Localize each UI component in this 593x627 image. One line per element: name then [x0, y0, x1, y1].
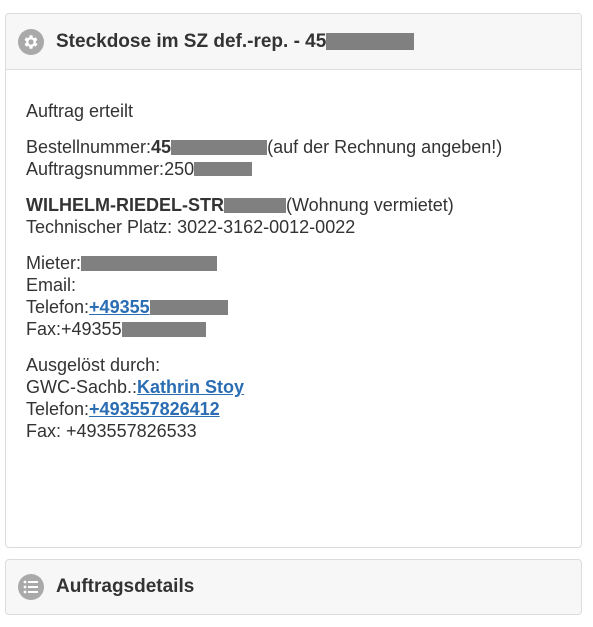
gear-icon: [18, 28, 44, 55]
redaction-bar: [171, 139, 268, 155]
redaction-bar: [81, 255, 218, 271]
address-street: WILHELM-RIEDEL-STR: [26, 195, 224, 215]
details-title: Auftragsdetails: [56, 576, 195, 597]
tenant-phone-link[interactable]: +49355: [89, 296, 150, 318]
order-number-value: 45: [151, 137, 172, 157]
redaction-bar: [194, 162, 253, 176]
order-panel-header[interactable]: Steckdose im SZ def.-rep. - 45: [6, 14, 581, 70]
order-status: Auftrag erteilt: [26, 101, 134, 121]
order-body: Auftrag erteilt Bestellnummer: 45 (auf d…: [6, 70, 581, 442]
details-panel-header[interactable]: Auftragsdetails: [6, 560, 581, 614]
tenant-line: Mieter:: [26, 252, 581, 274]
redaction-bar: [326, 33, 415, 50]
order-title: Steckdose im SZ def.-rep. - 45: [56, 31, 415, 53]
gwc-line: GWC-Sachb.: Kathrin Stoy: [26, 376, 245, 398]
order-panel: Steckdose im SZ def.-rep. - 45 Auftrag e…: [5, 13, 582, 548]
gwc-name-link[interactable]: Kathrin Stoy: [137, 376, 244, 398]
order-number-note: (auf der Rechnung angeben!): [267, 137, 503, 157]
order-number-line: Bestellnummer: 45 (auf der Rechnung ange…: [26, 137, 503, 157]
tenant-fax-line: Fax: +49355: [26, 318, 581, 340]
job-number-line: Auftragsnummer: 250: [26, 158, 581, 180]
redaction-bar: [121, 321, 206, 337]
details-panel: Auftragsdetails: [5, 559, 582, 615]
tenant-phone-line: Telefon: +49355: [26, 296, 581, 318]
email-line: Email:: [26, 275, 77, 295]
address-note: (Wohnung vermietet): [285, 195, 454, 215]
redaction-bar: [223, 197, 286, 213]
redaction-bar: [149, 299, 228, 315]
gwc-phone-line: Telefon: +493557826412: [26, 398, 220, 420]
tech-place: Technischer Platz: 3022-3162-0012-0022: [26, 217, 356, 237]
address-line: WILHELM-RIEDEL-STR (Wohnung vermietet): [26, 194, 581, 216]
tenant-fax-value: +49355: [61, 319, 122, 339]
gwc-fax: Fax: +493557826533: [26, 421, 197, 441]
triggered-by: Ausgelöst durch:: [26, 355, 161, 375]
job-number-value: 250: [164, 159, 195, 179]
list-icon: [18, 574, 44, 600]
gwc-phone-link[interactable]: +493557826412: [89, 398, 220, 420]
